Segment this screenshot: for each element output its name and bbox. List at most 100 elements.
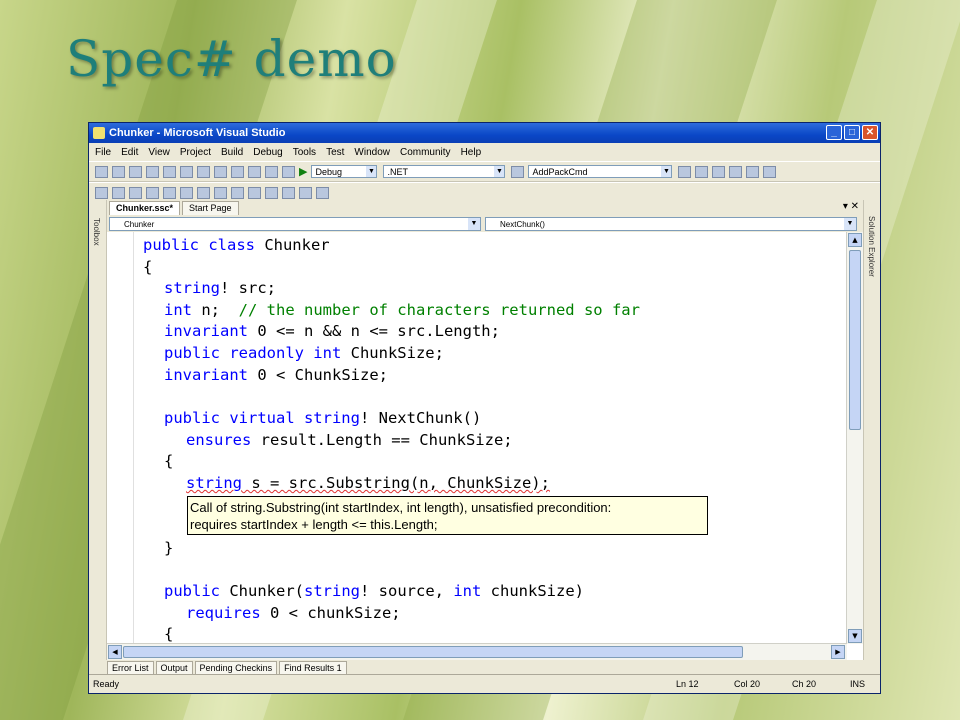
previous-bookmark-icon[interactable] (248, 186, 261, 199)
copy-icon[interactable] (197, 165, 210, 178)
comment-lines-icon[interactable] (197, 186, 210, 199)
complete-word-icon[interactable] (146, 186, 159, 199)
window-title: Chunker - Microsoft Visual Studio (109, 127, 286, 139)
horizontal-scrollbar[interactable]: ◀ ▶ (107, 643, 847, 660)
scroll-right-icon[interactable]: ▶ (831, 645, 845, 659)
code-text[interactable]: public class Chunker { string! src; int … (107, 232, 847, 644)
object-browser-icon[interactable] (712, 165, 726, 178)
member-dropdown[interactable]: NextChunk() ▼ (485, 216, 857, 231)
menu-community[interactable]: Community (400, 147, 451, 158)
menu-help[interactable]: Help (461, 147, 482, 158)
indicator-margin (133, 232, 134, 644)
status-line: Ln 12 (676, 679, 699, 689)
close-document-icon[interactable]: ▾ ✕ (843, 201, 859, 212)
status-bar: Ready Ln 12 Col 20 Ch 20 INS (89, 674, 880, 693)
redo-icon[interactable] (248, 165, 261, 178)
tab-chunker-ssc[interactable]: Chunker.ssc* (109, 201, 181, 215)
bookmark-toggle-icon[interactable] (231, 186, 244, 199)
class-dropdown[interactable]: Chunker ▼ (109, 216, 481, 231)
standard-toolbar: ▶ Debug ▼ .NET ▼ AddPackCmd ▼ (89, 161, 880, 182)
parameter-info-icon[interactable] (112, 186, 125, 199)
previous-bookmark-folder-icon[interactable] (282, 186, 295, 199)
minimize-button[interactable]: _ (826, 125, 842, 140)
code-line: public class Chunker (143, 236, 330, 254)
start-page-icon[interactable] (746, 165, 760, 178)
navigate-forward-icon[interactable] (282, 165, 295, 178)
menu-file[interactable]: File (95, 147, 111, 158)
vertical-scroll-thumb[interactable] (849, 250, 861, 430)
clear-bookmarks-icon[interactable] (316, 186, 329, 199)
increase-indent-icon[interactable] (180, 186, 193, 199)
solution-explorer-label: Solution Explorer (867, 216, 876, 277)
solution-platform-select[interactable]: .NET ▼ (383, 165, 506, 178)
close-button[interactable]: ✕ (862, 125, 878, 140)
uncomment-lines-icon[interactable] (214, 186, 227, 199)
next-bookmark-folder-icon[interactable] (299, 186, 312, 199)
code-editor[interactable]: Chunker.ssc* Start Page ▾ ✕ Chunker ▼ Nex… (107, 200, 863, 660)
paste-icon[interactable] (214, 165, 227, 178)
menu-window[interactable]: Window (354, 147, 390, 158)
toolbox-tab[interactable]: Toolbox (89, 200, 107, 660)
find-in-files-icon[interactable] (511, 165, 525, 178)
code-line: string! src; (164, 279, 276, 297)
quick-info-icon[interactable] (129, 186, 142, 199)
add-item-icon[interactable] (112, 165, 125, 178)
display-member-list-icon[interactable] (95, 186, 108, 199)
open-icon[interactable] (129, 165, 142, 178)
code-line: { (164, 452, 174, 470)
code-line: public virtual string! NextChunk() (164, 409, 482, 427)
status-ready: Ready (93, 679, 120, 689)
document-area: Toolbox Chunker.ssc* Start Page ▾ ✕ Chun… (89, 200, 880, 676)
code-line: { (164, 625, 174, 643)
tab-start-page[interactable]: Start Page (182, 201, 239, 215)
visual-studio-icon (93, 127, 105, 139)
cut-icon[interactable] (180, 165, 193, 178)
maximize-button[interactable]: □ (844, 125, 860, 140)
menu-bar: File Edit View Project Build Debug Tools… (89, 143, 880, 161)
menu-debug[interactable]: Debug (253, 147, 282, 158)
find-combo[interactable]: AddPackCmd ▼ (528, 165, 673, 178)
code-line: public Chunker(string! source, int chunk… (164, 582, 584, 600)
save-all-icon[interactable] (163, 165, 176, 178)
menu-build[interactable]: Build (221, 147, 243, 158)
scroll-down-icon[interactable]: ▼ (848, 629, 862, 643)
horizontal-scroll-thumb[interactable] (123, 646, 743, 658)
menu-tools[interactable]: Tools (293, 147, 316, 158)
code-line: public readonly int ChunkSize; (164, 344, 444, 362)
command-window-icon[interactable] (763, 165, 777, 178)
toolbox-label: Toolbox (92, 218, 101, 246)
menu-view[interactable]: View (148, 147, 170, 158)
menu-project[interactable]: Project (180, 147, 211, 158)
scroll-left-icon[interactable]: ◀ (108, 645, 122, 659)
scroll-up-icon[interactable]: ▲ (848, 233, 862, 247)
title-bar[interactable]: Chunker - Microsoft Visual Studio _ □ ✕ (89, 123, 880, 143)
new-project-icon[interactable] (95, 165, 108, 178)
start-debugging-icon[interactable]: ▶ (299, 165, 307, 178)
code-line: } (164, 539, 174, 557)
visual-studio-window: Chunker - Microsoft Visual Studio _ □ ✕ … (88, 122, 881, 694)
vertical-scrollbar[interactable]: ▲ ▼ (846, 232, 863, 644)
code-line: invariant 0 <= n && n <= src.Length; (164, 322, 500, 340)
document-tabs: Chunker.ssc* Start Page ▾ ✕ (107, 200, 863, 215)
toolbox-icon[interactable] (729, 165, 743, 178)
code-line: { (143, 258, 153, 276)
code-line: int n; // the number of characters retur… (164, 301, 640, 319)
next-bookmark-icon[interactable] (265, 186, 278, 199)
code-line: requires 0 < chunkSize; (186, 604, 401, 622)
tooltip-line: requires startIndex + length <= this.Len… (190, 517, 438, 532)
solution-explorer-icon[interactable] (678, 165, 692, 178)
solution-explorer-tab[interactable]: Solution Explorer (863, 200, 880, 660)
slide-title: Spec# demo (66, 30, 397, 88)
status-insert-mode: INS (850, 679, 866, 689)
save-icon[interactable] (146, 165, 159, 178)
solution-configuration-select[interactable]: Debug ▼ (311, 165, 378, 178)
navigation-bar: Chunker ▼ NextChunk() ▼ (107, 215, 863, 232)
navigate-back-icon[interactable] (265, 165, 278, 178)
undo-icon[interactable] (231, 165, 244, 178)
properties-icon[interactable] (695, 165, 709, 178)
menu-edit[interactable]: Edit (121, 147, 138, 158)
status-column: Col 20 (734, 679, 761, 689)
menu-test[interactable]: Test (326, 147, 344, 158)
tooltip-line: Call of string.Substring(int startIndex,… (190, 500, 612, 515)
decrease-indent-icon[interactable] (163, 186, 176, 199)
